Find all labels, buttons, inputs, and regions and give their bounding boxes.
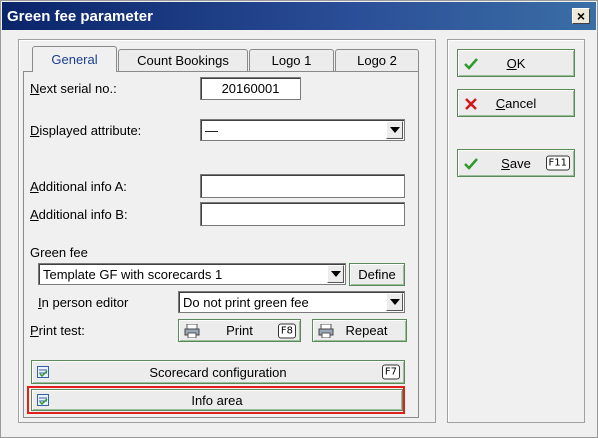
close-icon (464, 97, 478, 111)
scorecard-configuration-label: Scorecard configuration (149, 364, 287, 380)
window-title: Green fee parameter (7, 7, 153, 25)
ok-label: OK (506, 55, 526, 71)
green-fee-select[interactable]: Template GF with scorecards 1 (38, 263, 346, 285)
tab-general[interactable]: General (32, 46, 117, 72)
dialog-window: Green fee parameter × General Count Book… (0, 0, 598, 438)
green-fee-value: Template GF with scorecards 1 (43, 266, 223, 282)
print-label: Print (226, 323, 253, 338)
info-area-label: Info area (191, 392, 243, 408)
ok-button[interactable]: OK (457, 49, 575, 77)
close-icon: × (576, 8, 586, 24)
checklist-icon (36, 365, 50, 379)
printer-icon (318, 323, 334, 339)
scorecard-configuration-button[interactable]: Scorecard configuration F7 (31, 360, 405, 384)
repeat-button[interactable]: Repeat (312, 319, 407, 342)
chevron-down-icon[interactable] (327, 265, 344, 283)
f7-key-badge: F7 (381, 364, 400, 380)
f8-key-badge: F8 (277, 323, 296, 338)
next-serial-input[interactable]: 20160001 (200, 77, 301, 100)
displayed-attribute-label: Displayed attribute: (30, 123, 142, 138)
tab-label: Logo 1 (271, 53, 312, 68)
green-fee-label: Green fee (30, 245, 88, 260)
checklist-icon (36, 393, 50, 407)
tab-logo-2[interactable]: Logo 2 (335, 49, 419, 71)
person-editor-value: Do not print green fee (183, 294, 309, 310)
info-b-label: Additional info B: (30, 207, 128, 222)
f11-key-badge: F11 (545, 155, 570, 171)
print-test-label: Print test: (30, 323, 85, 338)
close-button[interactable]: × (572, 8, 590, 24)
info-area-button[interactable]: Info area (31, 389, 403, 411)
chevron-down-icon[interactable] (386, 121, 403, 139)
tab-count-bookings[interactable]: Count Bookings (118, 49, 248, 71)
printer-icon (184, 323, 200, 339)
repeat-label: Repeat (345, 323, 388, 338)
save-button[interactable]: Save F11 (457, 149, 575, 177)
next-serial-label: Next serial no.: (30, 81, 117, 96)
tab-label: General (51, 52, 98, 67)
person-editor-select[interactable]: Do not print green fee (178, 291, 405, 313)
next-serial-value: 20160001 (221, 81, 280, 96)
info-a-label: Additional info A: (30, 179, 127, 194)
cancel-button[interactable]: Cancel (457, 89, 575, 117)
define-label: Define (358, 267, 396, 282)
title-bar: Green fee parameter × (2, 2, 596, 30)
displayed-attribute-select[interactable]: — (200, 119, 405, 141)
chevron-down-icon[interactable] (386, 293, 403, 311)
tab-label: Logo 2 (357, 53, 397, 68)
cancel-label: Cancel (495, 95, 537, 111)
print-button[interactable]: Print F8 (178, 319, 301, 342)
checkmark-icon (464, 57, 478, 71)
save-label: Save (501, 155, 531, 171)
tab-label: Count Bookings (137, 53, 229, 68)
checkmark-icon (464, 157, 478, 171)
tab-logo-1[interactable]: Logo 1 (249, 49, 334, 71)
displayed-attribute-value: — (205, 122, 218, 138)
info-b-input[interactable] (200, 202, 405, 226)
define-button[interactable]: Define (349, 263, 405, 286)
info-a-input[interactable] (200, 174, 405, 198)
person-editor-label: In person editor (38, 295, 129, 310)
